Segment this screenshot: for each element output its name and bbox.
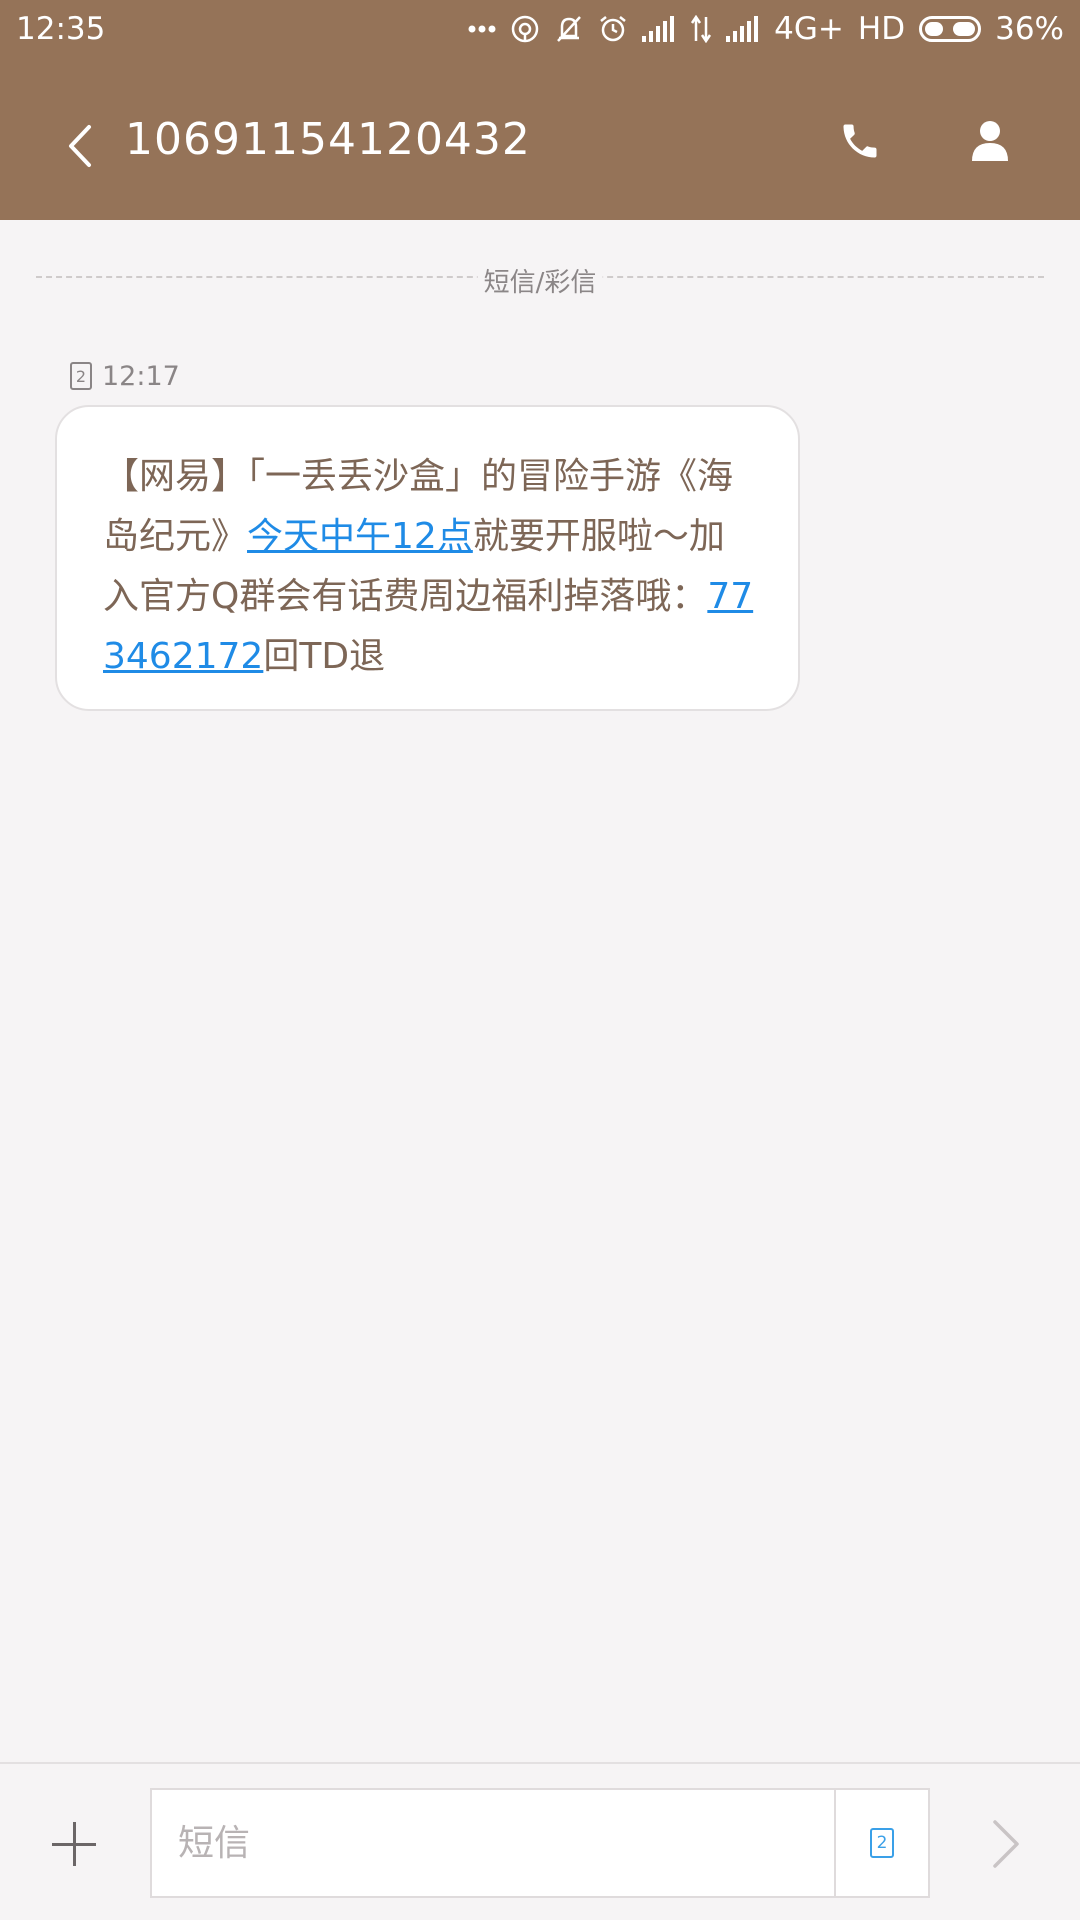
phone-icon[interactable] xyxy=(835,114,885,168)
sim-card-icon: 2 xyxy=(70,362,92,390)
alarm-icon xyxy=(598,14,628,44)
message-meta: 2 12:17 xyxy=(70,360,180,392)
send-arrow-icon[interactable] xyxy=(985,1816,1025,1872)
status-bar: 12:35 4G+ HD 36% xyxy=(0,0,1080,58)
signal-icon xyxy=(642,16,676,42)
battery-level: 36% xyxy=(995,11,1064,47)
sim-card-icon: 2 xyxy=(870,1828,894,1858)
message-text-part: 回TD退 xyxy=(263,636,386,677)
plus-icon[interactable] xyxy=(52,1822,96,1866)
mute-icon xyxy=(554,14,584,44)
date-link[interactable]: 今天中午12点 xyxy=(247,516,473,557)
hotspot-icon xyxy=(510,14,540,44)
composer-bar: 2 xyxy=(0,1762,1080,1920)
app-toolbar: 10691154120432 xyxy=(0,90,1080,200)
message-type-divider: 短信/彩信 xyxy=(36,262,1044,302)
hd-indicator: HD xyxy=(857,11,906,47)
network-type: 4G+ xyxy=(774,11,844,47)
person-icon[interactable] xyxy=(965,114,1015,168)
status-time: 12:35 xyxy=(16,11,106,47)
sim-select-button[interactable]: 2 xyxy=(834,1790,928,1896)
data-transfer-icon xyxy=(690,15,712,43)
more-dots-icon xyxy=(468,24,496,34)
message-input-container: 2 xyxy=(150,1788,930,1898)
back-arrow-icon[interactable] xyxy=(55,118,105,174)
divider-label: 短信/彩信 xyxy=(477,262,603,299)
signal-icon xyxy=(726,16,760,42)
header-bar: 12:35 4G+ HD 36% 10691154120432 xyxy=(0,0,1080,220)
message-bubble[interactable]: 【网易】「一丢丢沙盒」的冒险手游《海岛纪元》今天中午12点就要开服啦～加入官方Q… xyxy=(55,405,800,711)
message-text: 【网易】「一丢丢沙盒」的冒险手游《海岛纪元》今天中午12点就要开服啦～加入官方Q… xyxy=(103,447,754,687)
message-time: 12:17 xyxy=(102,360,180,392)
conversation-title: 10691154120432 xyxy=(125,114,531,165)
message-input[interactable] xyxy=(178,1790,818,1896)
battery-icon xyxy=(919,16,982,42)
